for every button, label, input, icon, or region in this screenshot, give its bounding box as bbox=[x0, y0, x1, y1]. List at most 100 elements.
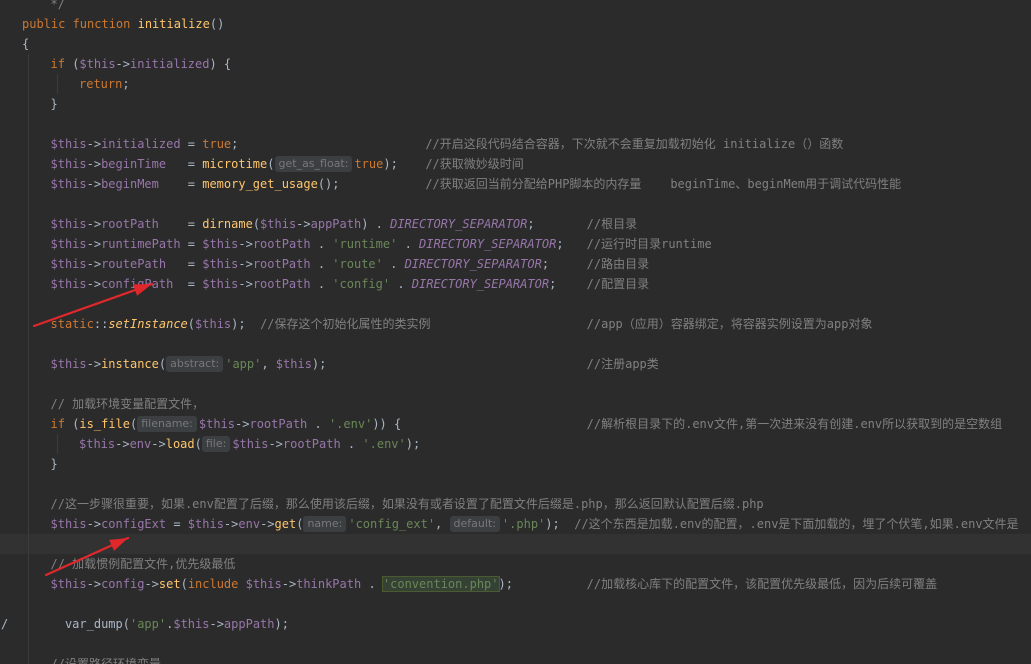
code-line[interactable]: // 加载环境变量配置文件， bbox=[0, 394, 1031, 414]
parameter-hint: get_as_float: bbox=[274, 156, 353, 172]
code-token: -> bbox=[235, 417, 250, 431]
code-token: -> bbox=[86, 257, 102, 271]
code-token: -> bbox=[86, 137, 102, 151]
code-line[interactable]: $this->configPath = $this->rootPath . 'c… bbox=[0, 274, 1031, 294]
indent-guide bbox=[28, 274, 29, 294]
code-token: -> bbox=[238, 237, 253, 251]
code-line[interactable]: static::setInstance($this); //保存这个初始化属性的… bbox=[0, 314, 1031, 334]
code-token: -> bbox=[86, 577, 102, 591]
code-token: . bbox=[310, 237, 333, 251]
code-token: ( bbox=[296, 517, 304, 531]
code-line[interactable]: $this->instance(abstract:'app', $this); /… bbox=[0, 354, 1031, 374]
code-line[interactable]: public function initialize() bbox=[0, 14, 1031, 34]
indent-guide bbox=[28, 254, 29, 274]
code-token: -> bbox=[281, 577, 297, 591]
code-token: -> bbox=[209, 617, 224, 631]
code-content: $this->rootPath = dirname($this->appPath… bbox=[51, 214, 535, 234]
code-line[interactable]: } bbox=[0, 94, 1031, 114]
code-line[interactable]: */ bbox=[0, 0, 1031, 14]
code-token: $this bbox=[202, 257, 239, 271]
code-content: $this->runtimePath = $this->rootPath . '… bbox=[51, 234, 564, 254]
code-token: $this bbox=[50, 257, 87, 271]
code-line[interactable]: $this->config->set(include $this->thinkP… bbox=[0, 574, 1031, 594]
code-line[interactable]: if ($this->initialized) { bbox=[0, 54, 1031, 74]
parameter-hint: filename: bbox=[137, 416, 197, 432]
code-token: rootPath bbox=[252, 257, 311, 271]
code-token: config bbox=[101, 577, 145, 591]
code-token: env bbox=[238, 517, 261, 531]
code-editor[interactable]: */public function initialize() { if ($this… bbox=[0, 0, 1031, 664]
code-line[interactable]: $this->runtimePath = $this->rootPath . '… bbox=[0, 234, 1031, 254]
code-token: -> bbox=[238, 277, 253, 291]
code-token: microtime bbox=[202, 157, 268, 171]
code-token: '.php' bbox=[501, 517, 546, 531]
indent-guide bbox=[28, 134, 29, 154]
code-token: var_dump( bbox=[50, 617, 130, 631]
code-line[interactable]: $this->configExt = $this->env->get(name:… bbox=[0, 514, 1031, 534]
code-line[interactable]: $this->env->load(file: $this->rootPath . … bbox=[0, 434, 1031, 454]
code-line[interactable]: $this->rootPath = dirname($this->appPath… bbox=[0, 214, 1031, 234]
indent-guide bbox=[28, 54, 29, 74]
code-line[interactable] bbox=[0, 534, 1031, 554]
code-content: $this->configExt = $this->env->get(name:… bbox=[51, 514, 1019, 534]
indent-guide bbox=[28, 234, 29, 254]
code-token: { bbox=[22, 37, 30, 51]
code-line[interactable]: / var_dump('app'.$this->appPath); bbox=[0, 614, 1031, 634]
code-line[interactable]: $this->beginMem = memory_get_usage(); //获… bbox=[0, 174, 1031, 194]
indent-guide bbox=[28, 554, 29, 574]
indent-guide bbox=[28, 574, 29, 594]
code-token: ; bbox=[231, 137, 239, 151]
code-line[interactable] bbox=[0, 474, 1031, 494]
code-line[interactable]: { bbox=[0, 34, 1031, 54]
code-token: $this bbox=[195, 317, 232, 331]
indent-guide bbox=[28, 374, 29, 394]
code-line[interactable] bbox=[0, 114, 1031, 134]
code-token: -> bbox=[86, 277, 102, 291]
code-token: = bbox=[166, 157, 203, 171]
code-token: configExt bbox=[101, 517, 167, 531]
code-token: rootPath bbox=[249, 417, 308, 431]
code-line[interactable] bbox=[0, 594, 1031, 614]
code-line[interactable]: } bbox=[0, 454, 1031, 474]
code-line[interactable]: //这一步骤很重要，如果.env配置了后缀，那么使用该后缀，如果没有或者设置了配… bbox=[0, 494, 1031, 514]
code-line[interactable] bbox=[0, 374, 1031, 394]
code-line[interactable] bbox=[0, 334, 1031, 354]
code-content: public function initialize() bbox=[22, 14, 224, 34]
code-token: static bbox=[50, 317, 94, 331]
code-content: $this->beginTime = microtime(get_as_floa… bbox=[51, 154, 398, 174]
code-line[interactable]: return; bbox=[0, 74, 1031, 94]
code-content: $this->beginMem = memory_get_usage(); bbox=[51, 174, 340, 194]
code-token: $this bbox=[202, 277, 239, 291]
inline-comment: //开启这段代码结合容器，下次就不会重复加载初始化 initialize（）函数 bbox=[425, 137, 844, 151]
code-line[interactable]: // 加载惯例配置文件,优先级最低 bbox=[0, 554, 1031, 574]
code-content: static::setInstance($this); //保存这个初始化属性的… bbox=[51, 314, 431, 334]
code-line[interactable]: $this->routePath = $this->rootPath . 'ro… bbox=[0, 254, 1031, 274]
indent-guide bbox=[28, 514, 29, 534]
code-line[interactable]: if (is_file(filename: $this->rootPath . '… bbox=[0, 414, 1031, 434]
gutter-mark: / bbox=[1, 617, 9, 631]
inline-comment: //获取返回当前分配给PHP脚本的内存量 beginTime、beginMem用… bbox=[425, 177, 902, 191]
code-token: ); bbox=[498, 577, 513, 591]
code-line[interactable] bbox=[0, 194, 1031, 214]
code-token: //保存这个初始化属性的类实例 bbox=[260, 317, 431, 331]
code-token: (); bbox=[317, 177, 340, 191]
code-token: appPath bbox=[310, 217, 362, 231]
code-line[interactable]: $this->beginTime = microtime(get_as_floa… bbox=[0, 154, 1031, 174]
code-token: DIRECTORY_SEPARATOR bbox=[404, 257, 542, 271]
code-line[interactable] bbox=[0, 634, 1031, 654]
code-token: rootPath bbox=[252, 277, 311, 291]
code-line[interactable] bbox=[0, 294, 1031, 314]
code-token: = bbox=[173, 277, 203, 291]
code-token: $this bbox=[187, 517, 224, 531]
code-line[interactable]: //设置路径环境变量 bbox=[0, 654, 1031, 664]
inline-comment: //路由目录 bbox=[586, 257, 650, 271]
code-token: -> bbox=[296, 217, 311, 231]
indent-guide bbox=[28, 314, 29, 334]
code-line[interactable]: $this->initialized = true; //开启这段代码结合容器，下… bbox=[0, 134, 1031, 154]
indent-guide bbox=[28, 474, 29, 494]
code-token: routePath bbox=[101, 257, 167, 271]
indent-guide bbox=[28, 534, 29, 554]
inline-comment: //解析根目录下的.env文件,第一次进来没有创建.env所以获取到的是空数组 bbox=[586, 417, 1003, 431]
code-token: -> bbox=[86, 357, 102, 371]
code-token: set bbox=[158, 577, 181, 591]
